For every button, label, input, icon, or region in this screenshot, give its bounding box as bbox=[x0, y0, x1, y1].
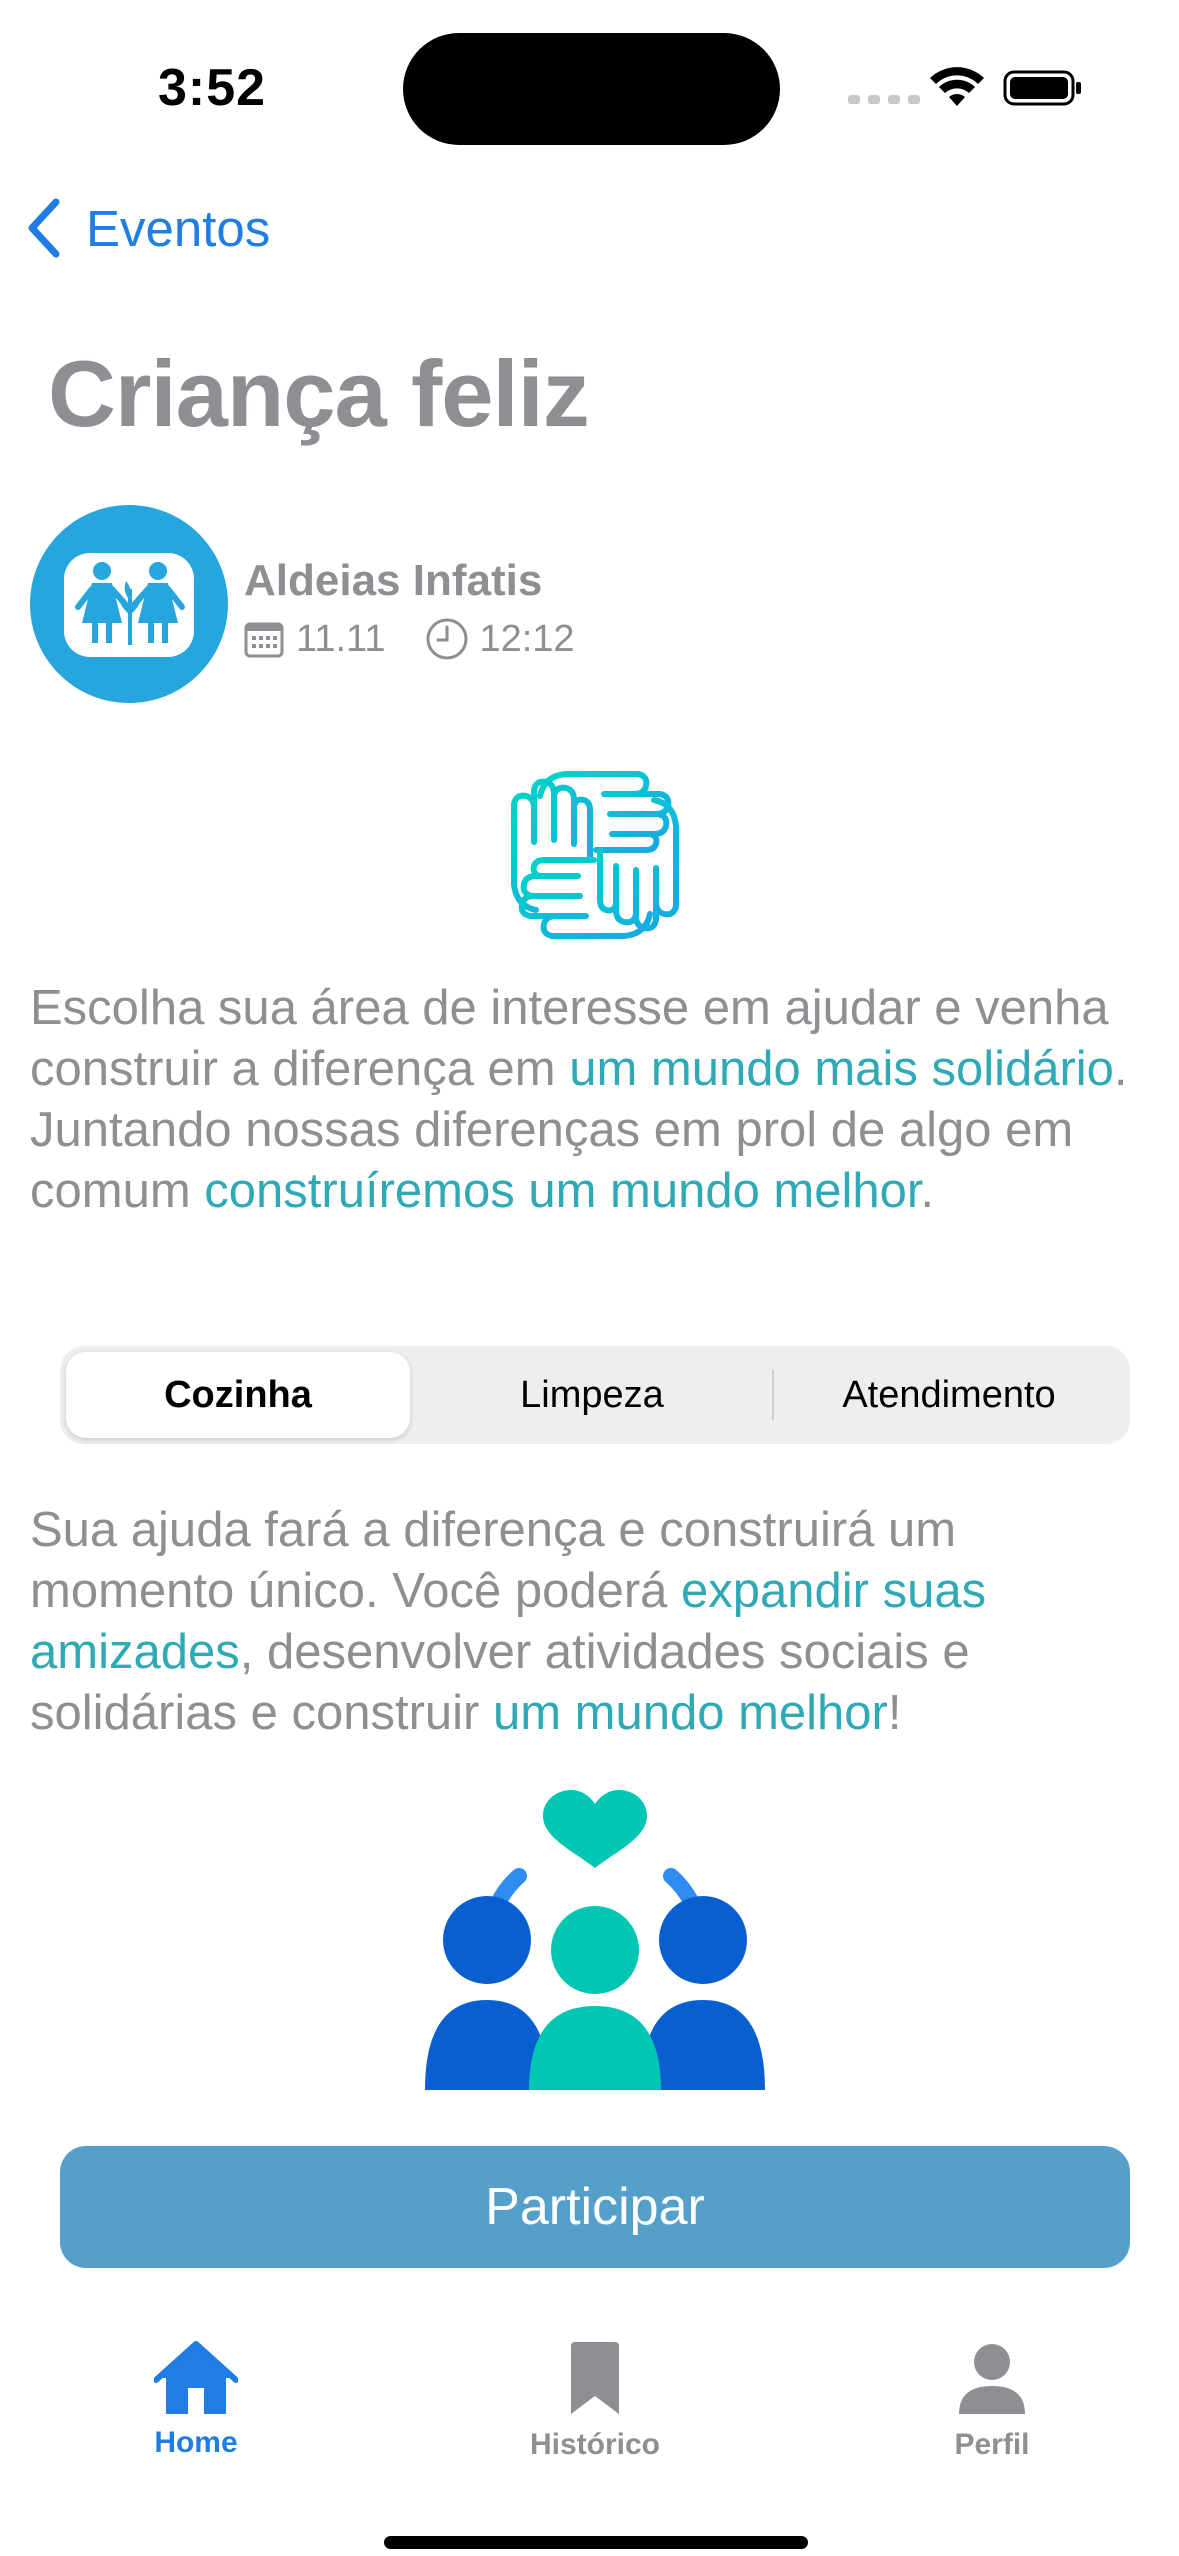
tab-historico-label: Histórico bbox=[529, 2428, 661, 2461]
segment-atendimento[interactable]: Atendimento bbox=[774, 1352, 1124, 1438]
event-time: 12:12 bbox=[479, 617, 575, 660]
description-paragraph: Sua ajuda fará a diferença e construirá … bbox=[30, 1500, 1160, 1744]
tab-historico[interactable]: Histórico bbox=[465, 2340, 725, 2490]
calendar-icon bbox=[244, 622, 284, 658]
home-indicator bbox=[384, 2536, 808, 2549]
intro-highlight-1: um mundo mais solidário bbox=[569, 1042, 1114, 1096]
dynamic-island bbox=[403, 33, 780, 145]
segment-limpeza[interactable]: Limpeza bbox=[416, 1352, 768, 1438]
intro-paragraph: Escolha sua área de interesse em ajudar … bbox=[30, 978, 1160, 1222]
back-button[interactable]: Eventos bbox=[26, 196, 270, 260]
community-icon bbox=[425, 1790, 765, 2090]
event-date: 11.11 bbox=[296, 617, 386, 660]
intro-text-3: . bbox=[920, 1164, 935, 1218]
page-title: Criança feliz bbox=[48, 341, 590, 446]
clock-icon bbox=[426, 618, 468, 660]
tab-perfil[interactable]: Perfil bbox=[862, 2340, 1122, 2490]
area-segmented-control: Cozinha Limpeza Atendimento bbox=[60, 1346, 1130, 1444]
helping-hands-icon bbox=[511, 771, 679, 939]
intro-highlight-2: construíremos um mundo melhor bbox=[204, 1164, 921, 1218]
status-bar: 3:52 bbox=[0, 0, 1179, 150]
segment-cozinha[interactable]: Cozinha bbox=[66, 1352, 410, 1438]
description-text-3: ! bbox=[887, 1686, 902, 1740]
house-icon bbox=[154, 2341, 238, 2414]
battery-icon bbox=[1003, 70, 1081, 106]
back-label: Eventos bbox=[86, 199, 271, 257]
organizer-name: Aldeias Infatis bbox=[244, 556, 543, 605]
participate-button[interactable]: Participar bbox=[60, 2146, 1130, 2268]
chevron-left-icon bbox=[28, 198, 60, 258]
signal-icon bbox=[848, 95, 920, 104]
event-meta: 11.11 12:12 bbox=[244, 617, 575, 661]
status-time: 3:52 bbox=[158, 59, 267, 117]
description-highlight-2: um mundo melhor bbox=[492, 1686, 888, 1740]
tab-home[interactable]: Home bbox=[66, 2340, 326, 2490]
bookmark-icon bbox=[571, 2342, 619, 2414]
tab-home-label: Home bbox=[154, 2426, 238, 2459]
person-icon bbox=[959, 2344, 1025, 2414]
tab-perfil-label: Perfil bbox=[954, 2428, 1030, 2461]
organizer-logo bbox=[30, 505, 228, 703]
wifi-icon bbox=[930, 67, 984, 106]
